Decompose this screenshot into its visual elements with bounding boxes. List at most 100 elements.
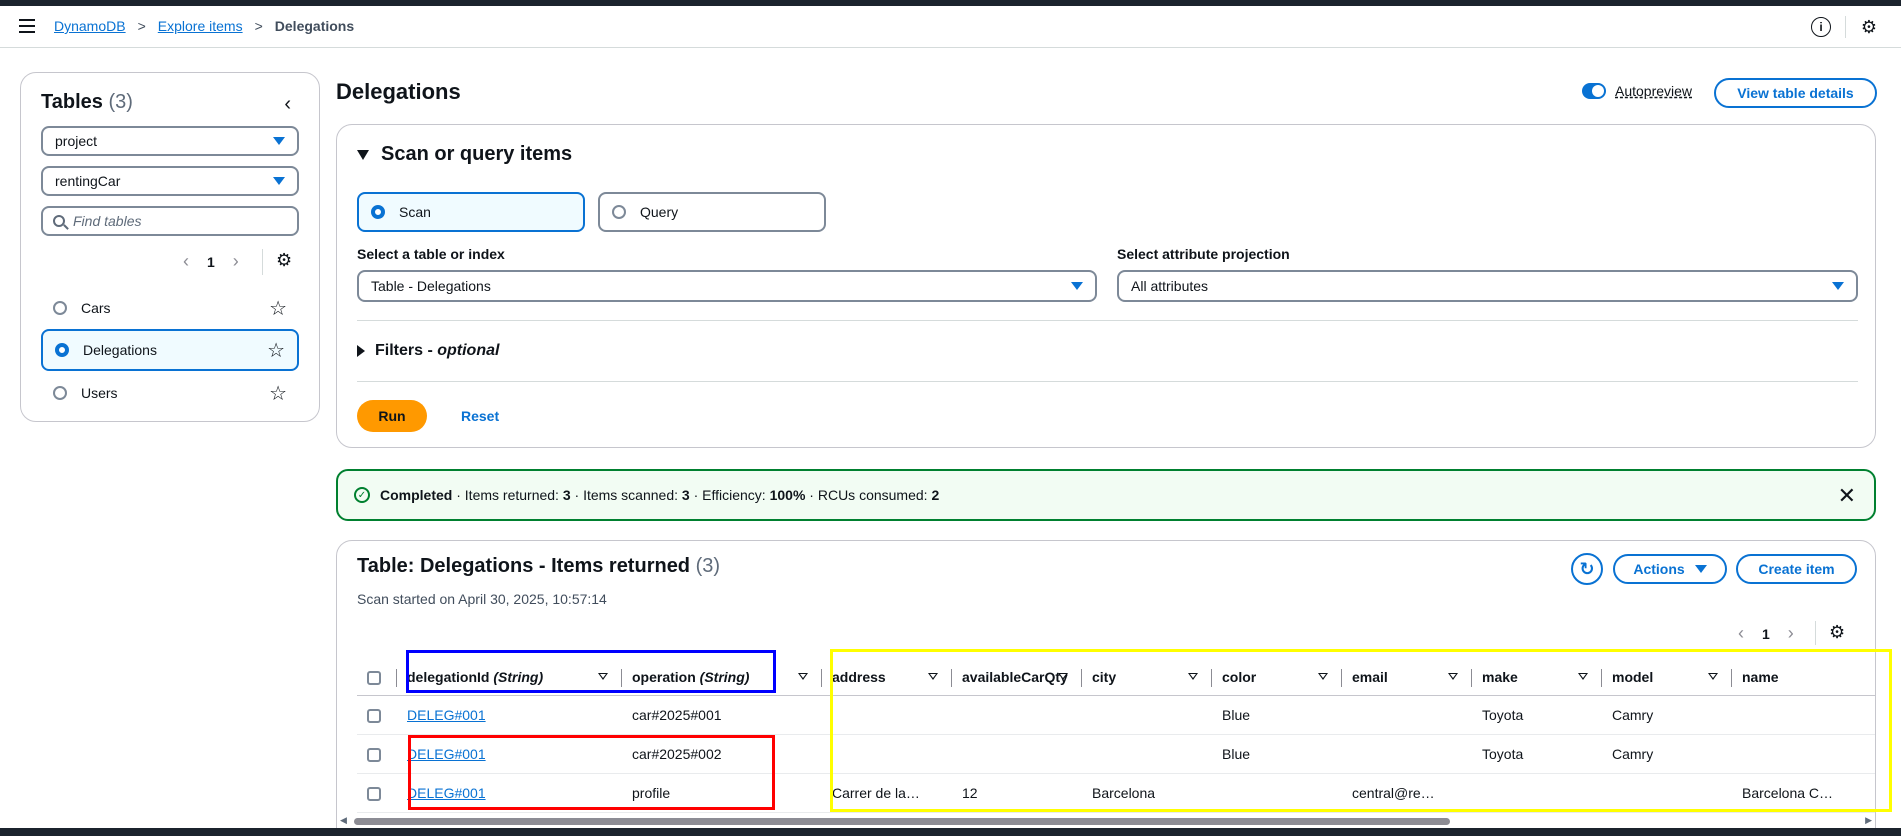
scroll-left-icon[interactable]: ◀ xyxy=(340,815,347,826)
scroll-thumb[interactable] xyxy=(354,818,1450,825)
table-item-users[interactable]: Users ☆ xyxy=(41,372,299,414)
star-icon[interactable]: ☆ xyxy=(267,338,285,363)
item-link[interactable]: DELEG#001 xyxy=(407,707,486,723)
scan-query-panel: Scan or query items Scan Query Select a … xyxy=(336,124,1876,448)
header-divider xyxy=(1845,16,1846,38)
autopreview-toggle[interactable]: Autopreview xyxy=(1582,83,1692,99)
cell-name xyxy=(1732,734,1875,774)
column-header-color[interactable]: color xyxy=(1212,659,1342,696)
star-icon[interactable]: ☆ xyxy=(269,296,287,321)
run-button[interactable]: Run xyxy=(357,400,427,432)
cell-color: Blue xyxy=(1212,734,1342,774)
row-checkbox[interactable] xyxy=(367,786,381,801)
prev-page-icon[interactable]: ‹ xyxy=(183,251,189,272)
page-number[interactable]: 1 xyxy=(207,254,215,270)
settings-icon[interactable]: ⚙ xyxy=(1859,17,1879,37)
prev-page-icon[interactable]: ‹ xyxy=(1738,623,1744,644)
column-header-email[interactable]: email xyxy=(1342,659,1472,696)
page-title: Delegations xyxy=(336,79,461,104)
close-icon[interactable]: ✕ xyxy=(1838,483,1856,509)
scan-option[interactable]: Scan xyxy=(357,192,585,232)
column-header-make[interactable]: make xyxy=(1472,659,1602,696)
table-row: DELEG#001 profile Carrer de la… 12 Barce… xyxy=(357,773,1875,813)
next-page-icon[interactable]: › xyxy=(1788,623,1794,644)
page-number[interactable]: 1 xyxy=(1762,626,1770,642)
reset-button[interactable]: Reset xyxy=(461,408,499,424)
results-pagination: ‹ 1 › xyxy=(1738,623,1794,644)
radio-icon[interactable] xyxy=(612,205,626,219)
refresh-icon[interactable]: ↻ xyxy=(1571,553,1603,585)
flash-message: Completed · Items returned: 3 · Items sc… xyxy=(380,487,940,503)
cell-city xyxy=(1082,734,1212,774)
cell-email xyxy=(1342,734,1472,774)
cell-email xyxy=(1342,695,1472,735)
scan-query-header[interactable]: Scan or query items xyxy=(357,143,572,166)
divider xyxy=(357,320,1858,321)
scroll-right-icon[interactable]: ▶ xyxy=(1865,815,1872,826)
star-icon[interactable]: ☆ xyxy=(269,381,287,406)
filters-expander[interactable]: Filters - optional xyxy=(357,342,499,360)
results-title: Table: Delegations - Items returned (3) xyxy=(357,555,721,577)
collapse-panel-icon[interactable]: ‹ xyxy=(284,93,291,116)
preferences-gear-icon[interactable]: ⚙ xyxy=(1829,622,1845,643)
view-table-details-button[interactable]: View table details xyxy=(1714,78,1877,108)
column-header-availablecarqty[interactable]: availableCarQty xyxy=(952,659,1082,696)
column-header-address[interactable]: address xyxy=(822,659,952,696)
cell-availablecarqty: 12 xyxy=(952,773,1082,813)
column-header-name[interactable]: name xyxy=(1732,659,1875,696)
create-item-button[interactable]: Create item xyxy=(1736,554,1857,584)
caret-down-icon xyxy=(273,137,285,145)
table-index-label: Select a table or index xyxy=(357,246,505,262)
select-all-cell xyxy=(357,659,397,696)
actions-button[interactable]: Actions xyxy=(1613,554,1727,584)
radio-selected-icon[interactable] xyxy=(371,205,385,219)
breadcrumb: DynamoDB > Explore items > Delegations xyxy=(54,18,354,34)
preferences-gear-icon[interactable]: ⚙ xyxy=(276,250,292,271)
divider xyxy=(357,381,1858,382)
top-navigation: DynamoDB > Explore items > Delegations i… xyxy=(0,6,1901,48)
breadcrumb-explore-items[interactable]: Explore items xyxy=(158,18,243,34)
table-filter-select[interactable]: rentingCar xyxy=(41,166,299,196)
cell-color: Blue xyxy=(1212,695,1342,735)
item-link[interactable]: DELEG#001 xyxy=(407,746,486,762)
cell-address xyxy=(822,734,952,774)
query-option[interactable]: Query xyxy=(598,192,826,232)
row-checkbox[interactable] xyxy=(367,747,381,762)
pager-divider xyxy=(1815,621,1816,645)
menu-icon[interactable] xyxy=(19,19,35,33)
select-all-checkbox[interactable] xyxy=(367,670,381,685)
cell-city xyxy=(1082,695,1212,735)
table-row: DELEG#001 car#2025#002 Blue Toyota Camry xyxy=(357,734,1875,774)
success-check-icon: ✓ xyxy=(354,487,370,503)
table-item-delegations[interactable]: Delegations ☆ xyxy=(41,329,299,371)
project-filter-select[interactable]: project xyxy=(41,126,299,156)
sort-icon xyxy=(598,673,608,680)
cell-name: Barcelona C… xyxy=(1732,773,1875,813)
projection-select[interactable]: All attributes xyxy=(1117,270,1858,302)
row-checkbox[interactable] xyxy=(367,708,381,723)
caret-down-icon xyxy=(1694,565,1707,573)
item-link[interactable]: DELEG#001 xyxy=(407,785,486,801)
caret-right-icon xyxy=(357,345,365,357)
sort-icon xyxy=(1058,673,1068,680)
sort-icon xyxy=(1448,673,1458,680)
breadcrumb-dynamodb[interactable]: DynamoDB xyxy=(54,18,126,34)
next-page-icon[interactable]: › xyxy=(233,251,239,272)
radio-icon[interactable] xyxy=(53,301,67,315)
column-header-operation[interactable]: operation (String) xyxy=(622,659,822,696)
column-header-delegationid[interactable]: delegationId (String) xyxy=(397,659,622,696)
table-index-select[interactable]: Table - Delegations xyxy=(357,270,1097,302)
info-icon[interactable]: i xyxy=(1811,17,1831,37)
cell-name xyxy=(1732,695,1875,735)
breadcrumb-separator-icon: > xyxy=(137,18,146,34)
find-tables-search[interactable] xyxy=(41,206,299,236)
column-header-model[interactable]: model xyxy=(1602,659,1732,696)
table-item-cars[interactable]: Cars ☆ xyxy=(41,287,299,329)
toggle-switch[interactable] xyxy=(1582,83,1606,99)
column-header-city[interactable]: city xyxy=(1082,659,1212,696)
find-tables-input[interactable] xyxy=(73,213,273,229)
radio-icon[interactable] xyxy=(53,386,67,400)
horizontal-scrollbar[interactable]: ◀ ▶ xyxy=(340,815,1872,826)
radio-selected-icon[interactable] xyxy=(55,343,69,357)
sort-icon xyxy=(1578,673,1588,680)
